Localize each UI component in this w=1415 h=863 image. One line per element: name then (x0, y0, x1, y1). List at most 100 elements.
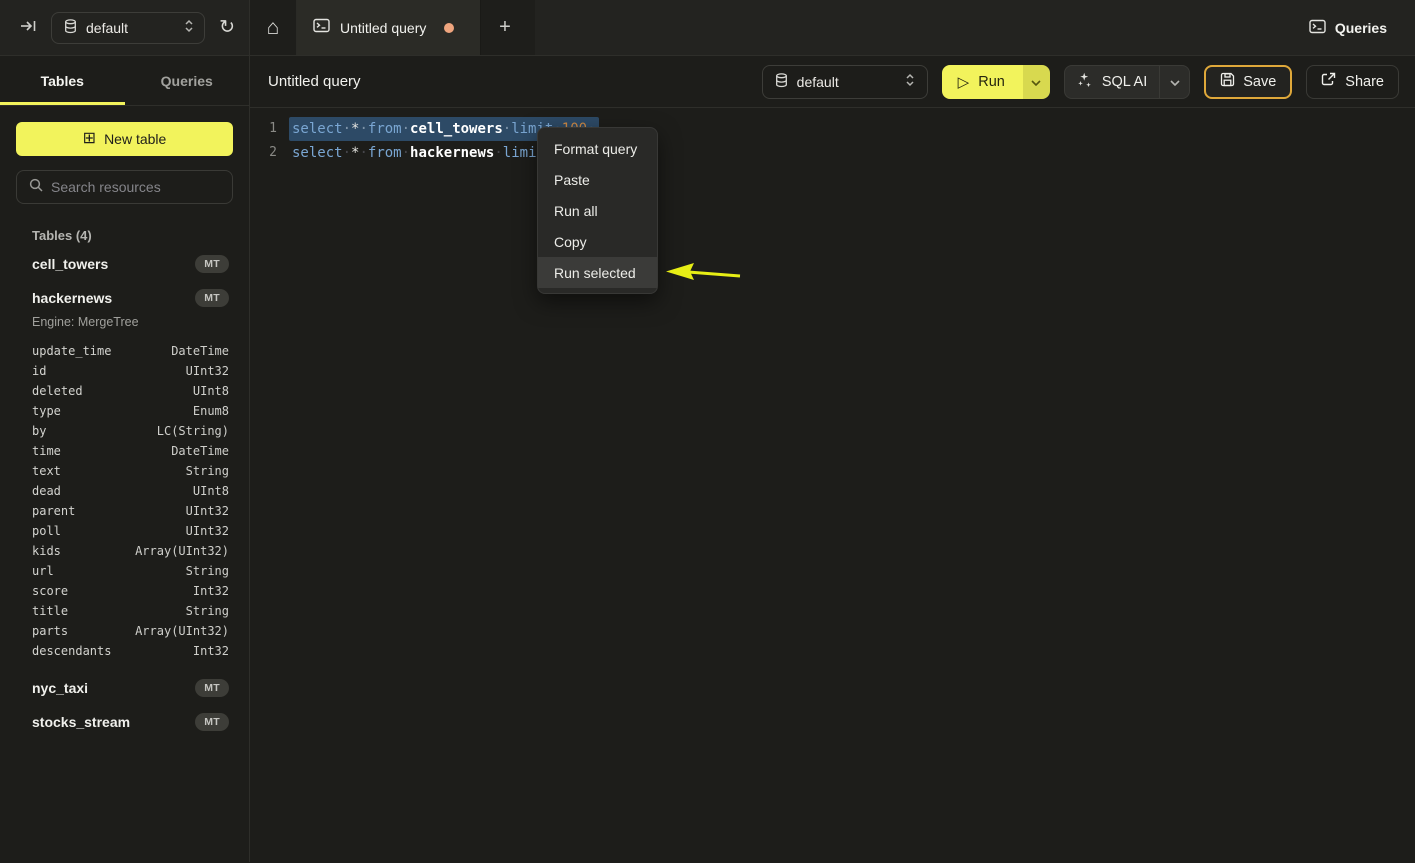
column-type: DateTime (171, 341, 229, 361)
external-link-icon (1321, 72, 1336, 91)
engine-badge: MT (195, 255, 229, 273)
column-name: id (32, 361, 46, 381)
share-label: Share (1345, 74, 1384, 90)
whitespace-dot: · (359, 121, 367, 137)
query-database-selector[interactable]: default (762, 65, 928, 99)
sidebar-tab-tables[interactable]: Tables (0, 56, 125, 105)
engine-badge: MT (195, 289, 229, 307)
sql-editor[interactable]: 1select·*·from·cell_towers·limit·100·2se… (250, 108, 1415, 862)
home-icon: ⌂ (267, 16, 280, 40)
column-name: parts (32, 621, 68, 641)
topbar-left: default ↻ (0, 0, 250, 55)
column-row: typeEnum8 (32, 401, 229, 421)
table-row[interactable]: cell_towers MT (16, 247, 233, 281)
arrow-to-line-icon (20, 19, 37, 36)
whitespace-dot: · (402, 145, 410, 161)
table-row[interactable]: hackernewsMT (16, 281, 233, 315)
whitespace-dot: · (359, 145, 367, 161)
chevron-down-icon (1031, 73, 1041, 91)
query-title: Untitled query (268, 73, 748, 90)
sparkles-icon (1077, 72, 1093, 92)
sidebar-tabs: Tables Queries (0, 56, 249, 106)
refresh-button[interactable]: ↻ (219, 16, 235, 39)
query-database-value: default (797, 74, 896, 90)
plus-icon: + (499, 16, 511, 39)
column-type: String (186, 561, 229, 581)
table-name: cell_towers (32, 256, 108, 272)
share-button[interactable]: Share (1306, 65, 1399, 99)
search-input[interactable] (51, 179, 220, 195)
column-name: type (32, 401, 61, 421)
database-icon (775, 73, 788, 91)
token-kw: select (292, 121, 343, 137)
column-name: descendants (32, 641, 111, 661)
column-row: idUInt32 (32, 361, 229, 381)
whitespace-dot: · (343, 145, 351, 161)
chevron-down-icon (1170, 73, 1180, 91)
column-type: UInt8 (193, 381, 229, 401)
token-kw: from (368, 121, 402, 137)
menu-item-run-all[interactable]: Run all (538, 195, 657, 226)
home-tab-button[interactable]: ⌂ (250, 0, 297, 55)
column-row: update_timeDateTime (32, 341, 229, 361)
sql-ai-options-button[interactable] (1160, 66, 1189, 98)
tab-untitled-query[interactable]: Untitled query (297, 0, 481, 55)
table-row[interactable]: stocks_streamMT (16, 705, 233, 739)
run-button-group: ▷ Run (942, 65, 1050, 99)
engine-badge: MT (195, 713, 229, 731)
unsaved-dot (444, 23, 454, 33)
new-table-button[interactable]: ⊞ New table (16, 122, 233, 156)
column-row: timeDateTime (32, 441, 229, 461)
code-lines: 1select·*·from·cell_towers·limit·100·2se… (250, 117, 1415, 165)
editor-context-menu: Format queryPasteRun allCopyRun selected (537, 127, 658, 294)
engine-label: Engine: MergeTree (16, 315, 233, 335)
column-name: parent (32, 501, 75, 521)
line-content: select·*·from·hackernews·limit (289, 141, 548, 165)
column-row: byLC(String) (32, 421, 229, 441)
columns-list: update_timeDateTimeidUInt32deletedUInt8t… (16, 335, 233, 671)
new-tab-button[interactable]: + (481, 0, 529, 55)
column-type: Array(UInt32) (135, 621, 229, 641)
queries-label: Queries (1335, 20, 1387, 36)
column-type: String (186, 601, 229, 621)
column-type: Array(UInt32) (135, 541, 229, 561)
queries-button[interactable]: Queries (1309, 19, 1387, 37)
terminal-icon (1309, 19, 1326, 37)
column-name: kids (32, 541, 61, 561)
column-type: DateTime (171, 441, 229, 461)
code-line: 2 select·*·from·hackernews·limit (250, 141, 1415, 165)
table-row[interactable]: nyc_taxiMT (16, 671, 233, 705)
sidebar-collapse-button[interactable] (20, 19, 37, 36)
table-grid-icon: ⊞ (83, 131, 96, 147)
sidebar-tab-queries[interactable]: Queries (125, 56, 250, 105)
whitespace-dot: · (494, 145, 502, 161)
column-type: Int32 (193, 641, 229, 661)
line-number: 2 (250, 141, 277, 165)
column-row: urlString (32, 561, 229, 581)
run-options-button[interactable] (1023, 65, 1050, 99)
menu-item-copy[interactable]: Copy (538, 226, 657, 257)
whitespace-dot: · (402, 121, 410, 137)
sidebar-tab-queries-label: Queries (161, 73, 213, 89)
token-kw: from (368, 145, 402, 161)
column-row: deletedUInt8 (32, 381, 229, 401)
column-name: poll (32, 521, 61, 541)
play-icon: ▷ (958, 73, 970, 91)
save-button[interactable]: Save (1204, 65, 1292, 99)
topbar-database-selector[interactable]: default (51, 12, 205, 44)
column-type: Int32 (193, 581, 229, 601)
sql-ai-button[interactable]: SQL AI (1065, 66, 1160, 98)
run-button[interactable]: ▷ Run (942, 65, 1023, 99)
menu-item-paste[interactable]: Paste (538, 164, 657, 195)
column-row: scoreInt32 (32, 581, 229, 601)
column-type: String (186, 461, 229, 481)
token-kw: select (292, 145, 343, 161)
column-name: dead (32, 481, 61, 501)
menu-item-run-selected[interactable]: Run selected (538, 257, 657, 288)
engine-badge: MT (195, 679, 229, 697)
sql-ai-label: SQL AI (1102, 74, 1147, 90)
search-icon (29, 178, 43, 197)
tables-list: cell_towersMThackernewsMTEngine: MergeTr… (16, 247, 233, 739)
tab-strip: ⌂ Untitled query + (250, 0, 535, 55)
menu-item-format-query[interactable]: Format query (538, 133, 657, 164)
